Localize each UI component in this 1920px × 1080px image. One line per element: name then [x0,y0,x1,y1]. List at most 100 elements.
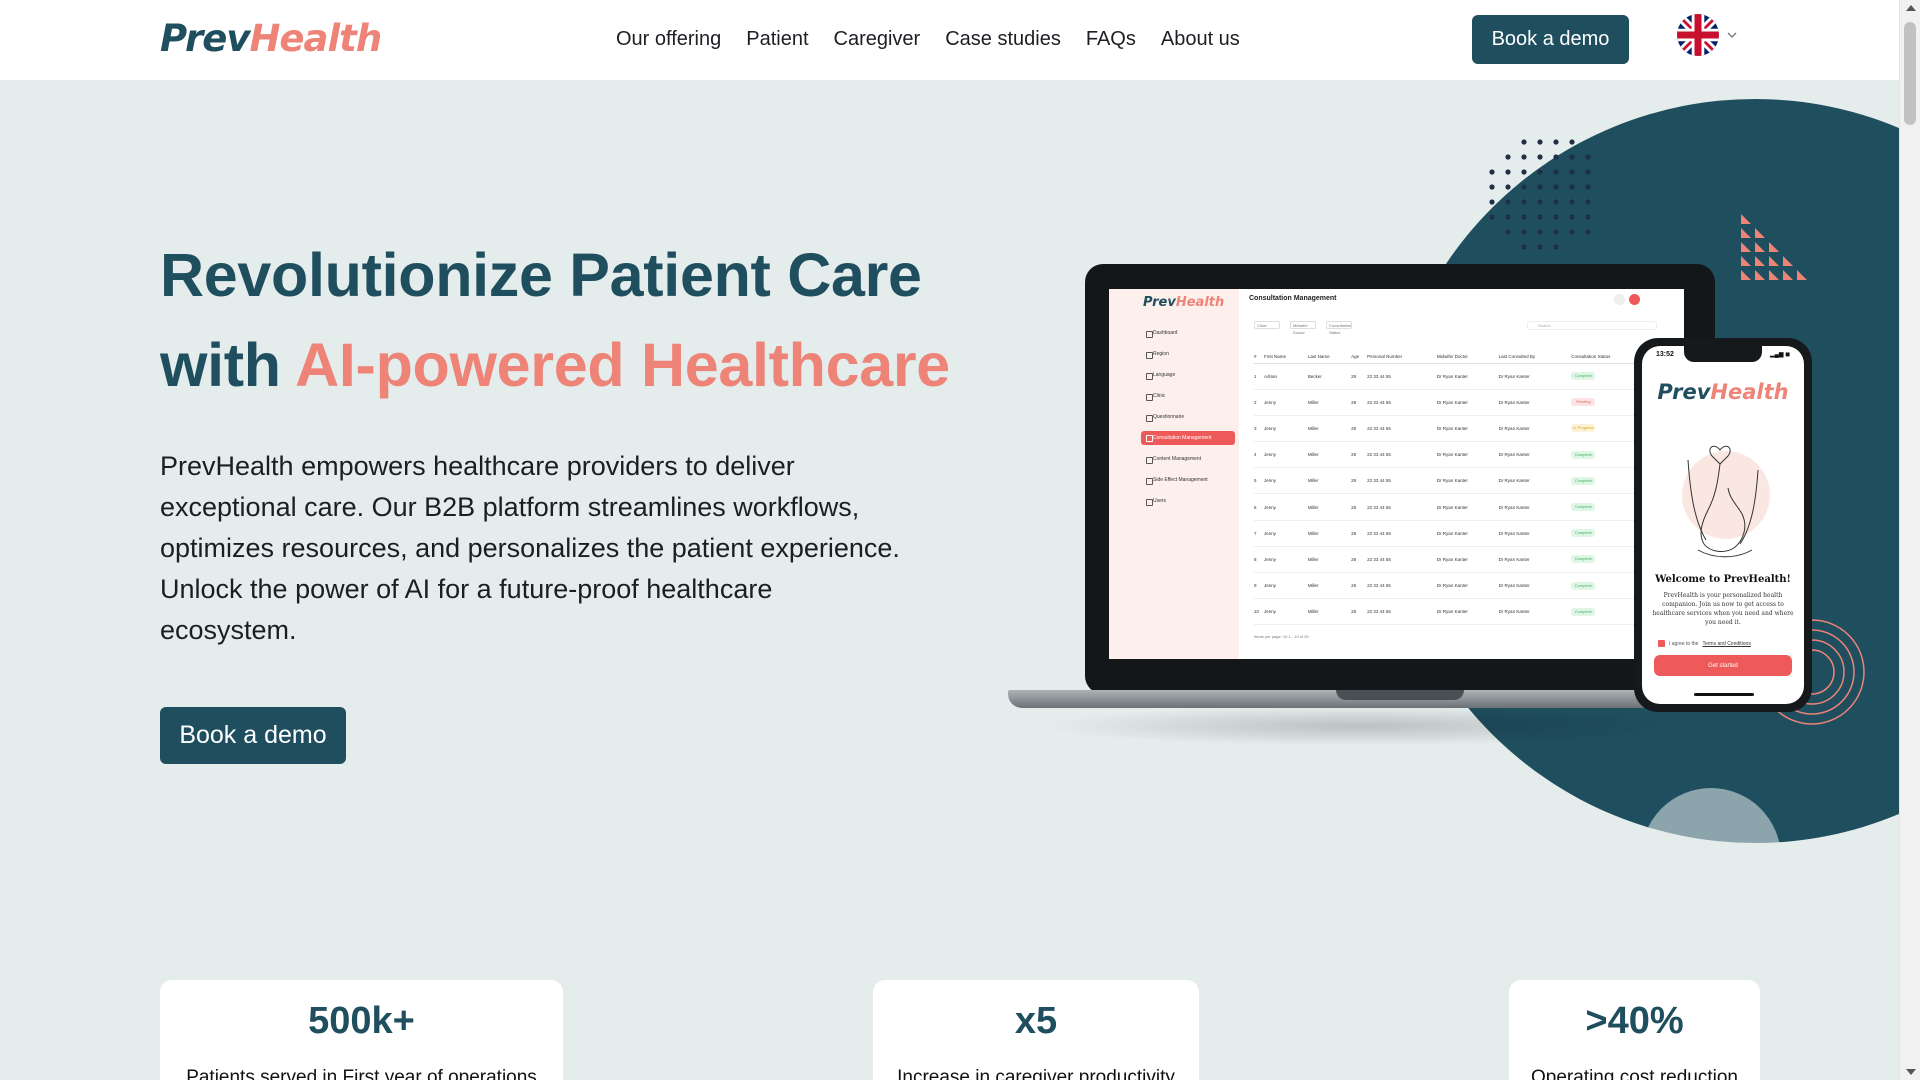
status-badge: Complete [1571,555,1596,564]
status-badge: Complete [1571,581,1596,590]
dot-mark [1505,229,1511,235]
table-cell: Miller [1307,546,1352,574]
scroll-thumb[interactable] [1904,22,1916,125]
dot-mark [1537,184,1543,190]
table-cell: Dr Ryan Kanter [1436,467,1499,495]
dot-mark [1521,229,1527,235]
stat-value: x5 [1014,1000,1058,1042]
table-cell: 10 [1254,598,1264,626]
dot-mark [1553,154,1559,160]
table-cell: Dr Ryan Kanter [1498,363,1572,390]
table-cell: Jenny [1263,441,1308,469]
dot-mark [1585,169,1591,175]
dot-mark [1553,169,1559,175]
app-menu-item: Questionnaire [1145,407,1235,428]
dot-mark [1537,139,1543,145]
table-cell: 28 [1351,363,1368,390]
book-demo-hero-button[interactable]: Book a demo [160,707,346,764]
dot-mark [1505,184,1511,190]
table-cell: Jenny [1263,415,1308,443]
dot-mark [1585,184,1591,190]
dot-mark [1521,169,1527,175]
nav-about-us[interactable]: About us [1161,26,1240,52]
table-cell: Jenny [1263,520,1308,547]
scroll-up-icon[interactable] [1906,5,1916,11]
table-cell: 5 [1254,467,1264,495]
hands-heart-illustration [1682,445,1770,558]
table-cell: 28 [1351,520,1368,547]
dot-mark [1537,199,1543,205]
language-selector[interactable] [1677,14,1737,56]
dot-mark [1537,229,1543,235]
table-cell: Miller [1307,572,1352,600]
app-menu-item: Content Management [1145,449,1235,470]
table-cell: Jenny [1263,493,1308,521]
stat-card-patients: 500k+ Patients served in First year of o… [160,980,563,1080]
dot-mark [1521,199,1527,205]
dot-mark [1553,199,1559,205]
nav-caregiver[interactable]: Caregiver [834,26,921,52]
app-menu-item: Region [1145,344,1235,365]
app-search-input: Search [1527,321,1657,330]
uk-flag-icon [1677,14,1719,56]
table-cell: Dr Ryan Kanter [1498,441,1572,469]
dot-mark [1569,199,1575,205]
stat-card-cost: >40% Operating cost reduction [1509,980,1760,1080]
table-header-cell: Last Consulted By [1498,351,1572,364]
prevhealth-logo[interactable]: PrevHealth [160,17,382,61]
dot-mark [1585,229,1591,235]
page-scrollbar[interactable] [1899,0,1920,1080]
dot-mark [1537,244,1543,250]
table-pagination: Items per page: 10 1 - 10 of 20 [1254,634,1309,639]
phone-status-icons: ▂▄▆ ◼ [1770,352,1791,358]
app-top-icons [1614,294,1640,305]
notification-icon [1614,294,1625,305]
dot-mark [1521,154,1527,160]
table-cell: 7 [1254,520,1264,547]
table-cell: 22 33 44 55 [1367,467,1437,495]
phone-screen: 13:52 ▂▄▆ ◼ PrevHealth Welcome to PrevHe… [1642,346,1804,704]
table-cell: Dr Ryan Kanter [1498,546,1572,574]
app-menu-item: Side Effect Management [1145,470,1235,491]
table-row: 1 Adrian Becker 28 22 33 44 55 Dr Ryan Kanter… [1254,363,1674,390]
dot-mark [1505,199,1511,205]
dot-mark [1585,154,1591,160]
chevron-down-icon [1727,32,1737,38]
app-filter-dropdown: Clinic [1254,321,1280,329]
app-menu-item: Language [1145,365,1235,386]
main-nav: Our offering Patient Caregiver Case stud… [616,26,1240,52]
app-menu-item: Users [1145,491,1235,512]
checkbox-checked-icon [1658,640,1665,647]
dot-mark [1537,214,1543,220]
dot-mark [1553,139,1559,145]
book-demo-header-button[interactable]: Book a demo [1472,15,1629,64]
dot-mark [1505,154,1511,160]
table-row: 5 Jenny Miller 28 22 33 44 55 Dr Ryan Kanter D… [1254,467,1674,495]
table-row: 4 Jenny Miller 28 22 33 44 55 Dr Ryan Kanter D… [1254,441,1674,469]
table-row: 2 Jenny Miller 28 22 33 44 55 Dr Ryan Kanter D… [1254,389,1674,416]
table-cell: 28 [1351,415,1368,443]
table-cell: 22 33 44 55 [1367,546,1437,574]
terms-checkbox: I agree to the Terms and Conditions [1658,640,1751,647]
nav-patient[interactable]: Patient [746,26,808,52]
table-cell: Dr Ryan Kanter [1498,467,1572,495]
table-header-cell: Age [1351,351,1368,364]
nav-faqs[interactable]: FAQs [1086,26,1136,52]
dot-mark [1537,154,1543,160]
scroll-down-icon[interactable] [1906,1069,1916,1075]
dot-mark [1569,229,1575,235]
home-indicator [1694,693,1754,696]
table-header-cell: Personal Number [1367,351,1437,364]
hero-description: PrevHealth empowers healthcare providers… [160,451,900,645]
laptop-mockup: PrevHealth Dashboard Region Language Clinic… [1085,264,1715,694]
dot-mark [1585,214,1591,220]
nav-our-offering[interactable]: Our offering [616,26,721,52]
nav-case-studies[interactable]: Case studies [945,26,1061,52]
table-cell: Miller [1307,493,1352,521]
dot-mark [1569,154,1575,160]
table-cell: 1 [1254,363,1264,390]
app-filters: Clinic Midwife/ Doctor Consultation Status [1254,321,1352,335]
table-cell: 22 33 44 55 [1367,572,1437,600]
table-cell: Miller [1307,389,1352,416]
table-cell: Dr Ryan Kanter [1498,389,1572,416]
